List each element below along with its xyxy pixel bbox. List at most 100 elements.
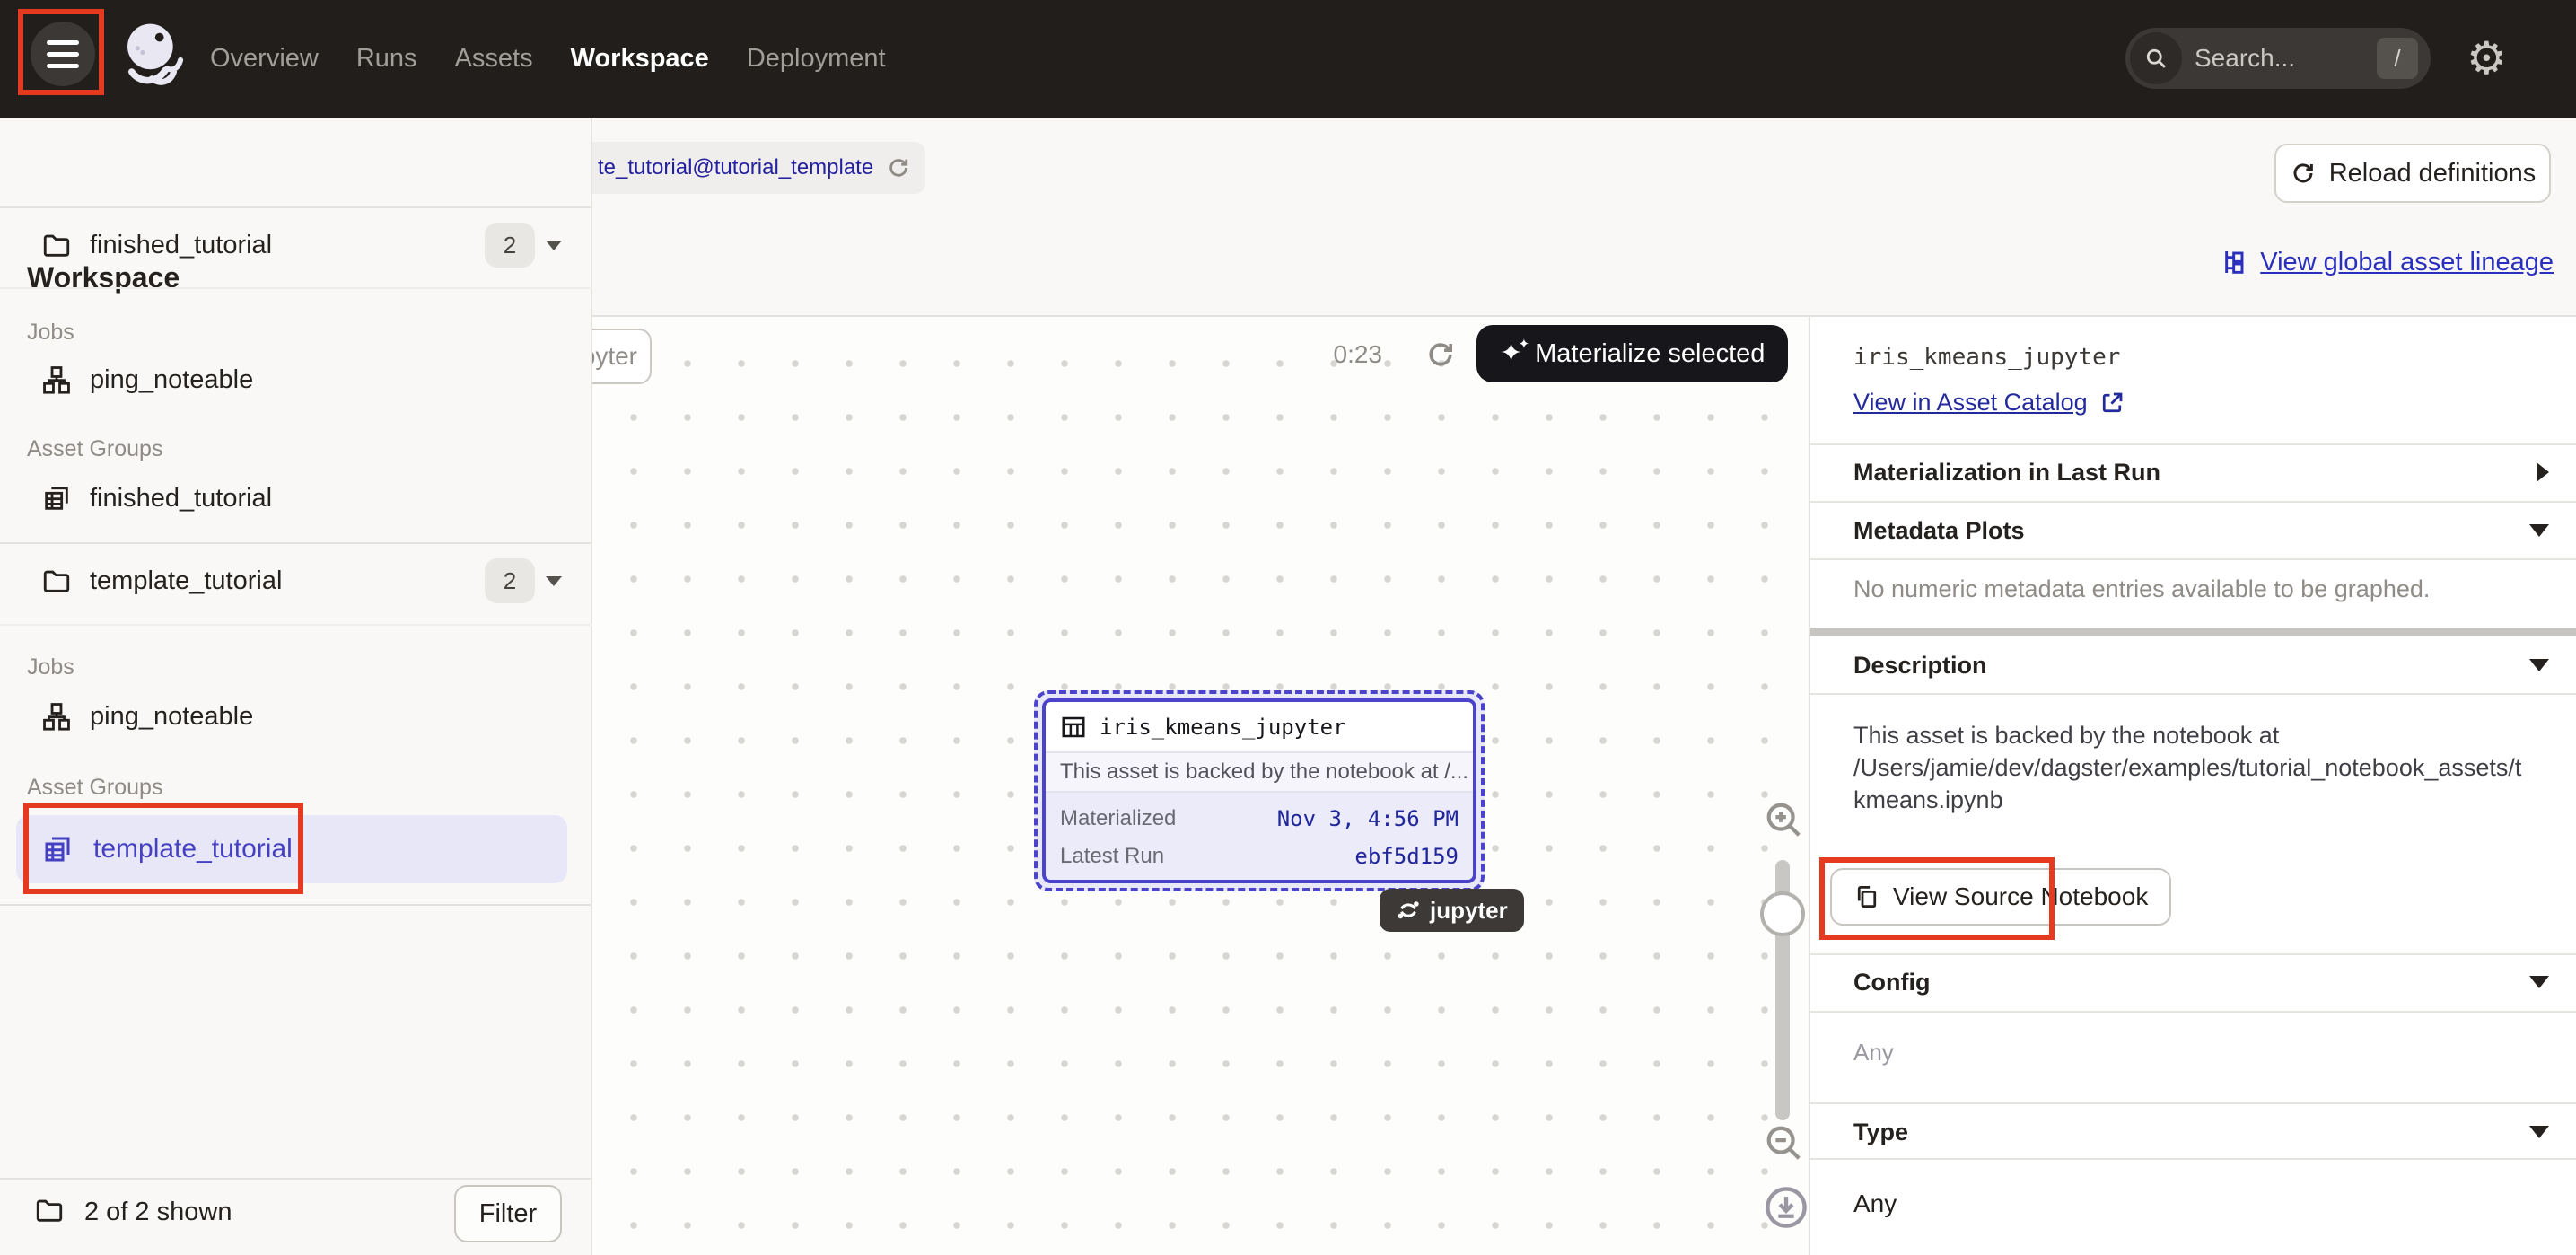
catalog-link-label: View in Asset Catalog bbox=[1853, 389, 2088, 417]
repo-row-template-tutorial[interactable]: template_tutorial 2 bbox=[0, 554, 592, 608]
asset-node-card: iris_kmeans_jupyter This asset is backed… bbox=[1042, 698, 1476, 883]
search-bar[interactable]: / bbox=[2125, 28, 2431, 89]
section-type[interactable]: Type bbox=[1810, 1104, 2576, 1160]
divider bbox=[1810, 693, 2576, 695]
caret-down-icon bbox=[2529, 976, 2549, 988]
jobs-section-label: Jobs bbox=[27, 320, 74, 346]
reload-definitions-button[interactable]: Reload definitions bbox=[2274, 144, 2551, 203]
view-source-notebook-button[interactable]: View Source Notebook bbox=[1830, 868, 2171, 926]
shown-count-text: 2 of 2 shown bbox=[84, 1198, 232, 1227]
section-header-label: Materialization in Last Run bbox=[1853, 459, 2537, 487]
section-materialization-last-run[interactable]: Materialization in Last Run bbox=[1810, 444, 2576, 500]
nav-item-deployment[interactable]: Deployment bbox=[747, 44, 886, 74]
caret-down-icon bbox=[2529, 1126, 2549, 1138]
asset-group-icon bbox=[41, 833, 74, 865]
primary-nav: Overview Runs Assets Workspace Deploymen… bbox=[210, 0, 886, 118]
section-header-label: Metadata Plots bbox=[1853, 517, 2529, 545]
lineage-icon bbox=[2221, 248, 2249, 276]
divider bbox=[0, 904, 592, 906]
folder-icon bbox=[41, 566, 72, 596]
asset-description-text: This asset is backed by the notebook at … bbox=[1853, 719, 2572, 816]
materialized-row: Materialized Nov 3, 4:56 PM bbox=[1060, 800, 1459, 838]
repo-row-finished-tutorial[interactable]: finished_tutorial 2 bbox=[0, 218, 592, 272]
type-value: Any bbox=[1853, 1189, 1897, 1218]
nav-item-workspace[interactable]: Workspace bbox=[571, 44, 709, 74]
chevron-right-icon bbox=[2537, 462, 2549, 482]
sidebar-item-group-finished-tutorial[interactable]: finished_tutorial bbox=[0, 471, 592, 525]
table-icon bbox=[1060, 714, 1087, 741]
nav-item-runs[interactable]: Runs bbox=[356, 44, 417, 74]
caret-down-icon bbox=[2529, 659, 2549, 671]
asset-node-stats: Materialized Nov 3, 4:56 PM Latest Run e… bbox=[1046, 793, 1473, 880]
repo-name: template_tutorial bbox=[90, 566, 282, 596]
zoom-slider-handle[interactable] bbox=[1760, 891, 1805, 936]
materialize-selected-button[interactable]: ✦✦ Materialize selected bbox=[1476, 325, 1788, 382]
reload-definitions-label: Reload definitions bbox=[2329, 159, 2537, 189]
section-config[interactable]: Config bbox=[1810, 954, 2576, 1010]
dagster-logo[interactable] bbox=[115, 18, 196, 99]
workspace-sidebar: Workspace finished_tutorial 2 Jobs ping_… bbox=[0, 118, 592, 1255]
section-header-label: Description bbox=[1853, 652, 2529, 680]
asset-group-icon bbox=[41, 483, 72, 513]
nav-item-assets[interactable]: Assets bbox=[455, 44, 533, 74]
sidebar-item-group-template-tutorial-selected[interactable]: template_tutorial bbox=[16, 815, 567, 883]
copy-notebook-icon bbox=[1853, 883, 1880, 910]
sidebar-item-job-ping-noteable[interactable]: ping_noteable bbox=[0, 353, 592, 407]
view-global-lineage-label: View global asset lineage bbox=[2260, 248, 2554, 277]
horizontal-scrollbar[interactable] bbox=[1810, 628, 2576, 636]
asset-query-input[interactable]: pyter bbox=[592, 329, 652, 384]
section-metadata-plots[interactable]: Metadata Plots bbox=[1810, 503, 2576, 558]
filter-button[interactable]: Filter bbox=[454, 1185, 562, 1242]
section-header-label: Config bbox=[1853, 969, 2529, 996]
nav-item-overview[interactable]: Overview bbox=[210, 44, 319, 74]
repo-count-badge: 2 bbox=[485, 223, 535, 268]
jupyter-tag-label: jupyter bbox=[1430, 897, 1508, 925]
divider bbox=[0, 287, 592, 289]
hamburger-menu-button[interactable] bbox=[31, 22, 95, 86]
materialize-label: Materialize selected bbox=[1535, 339, 1765, 369]
divider bbox=[0, 624, 592, 626]
sparkle-icon: ✦✦ bbox=[1500, 340, 1522, 367]
chevron-down-icon[interactable] bbox=[546, 241, 562, 250]
materialized-value[interactable]: Nov 3, 4:56 PM bbox=[1277, 806, 1459, 831]
refresh-icon[interactable] bbox=[1424, 338, 1457, 371]
asset-node-iris-kmeans-jupyter[interactable]: iris_kmeans_jupyter This asset is backed… bbox=[1034, 690, 1485, 891]
search-shortcut-badge: / bbox=[2377, 38, 2418, 79]
section-description[interactable]: Description bbox=[1810, 637, 2576, 693]
asset-detail-panel: iris_kmeans_jupyter View in Asset Catalo… bbox=[1809, 317, 2576, 1255]
view-global-asset-lineage-link[interactable]: View global asset lineage bbox=[2221, 243, 2554, 281]
zoom-in-icon[interactable] bbox=[1763, 799, 1804, 840]
download-image-icon[interactable] bbox=[1763, 1184, 1809, 1231]
asset-graph-canvas[interactable]: pyter 0:23 ✦✦ Materialize selected iris_… bbox=[592, 317, 1809, 1255]
annotation-box-hamburger bbox=[18, 9, 104, 95]
definitions-header: te_tutorial@tutorial_template Reload def… bbox=[592, 118, 2576, 317]
settings-gear-icon[interactable]: ⚙ bbox=[2466, 31, 2507, 86]
divider bbox=[1810, 1158, 2576, 1160]
metadata-empty-message: No numeric metadata entries available to… bbox=[1853, 575, 2430, 603]
top-nav: Overview Runs Assets Workspace Deploymen… bbox=[0, 0, 2576, 118]
section-header-label: Type bbox=[1853, 1119, 2529, 1146]
zoom-out-icon[interactable] bbox=[1763, 1122, 1804, 1163]
chevron-down-icon[interactable] bbox=[546, 576, 562, 586]
hamburger-icon bbox=[47, 40, 79, 45]
external-link-icon bbox=[2098, 390, 2125, 417]
jupyter-icon bbox=[1396, 898, 1421, 923]
asset-node-description: This asset is backed by the notebook at … bbox=[1046, 751, 1473, 793]
latest-run-link[interactable]: ebf5d159 bbox=[1354, 844, 1459, 869]
job-name: ping_noteable bbox=[90, 365, 253, 395]
view-in-asset-catalog-link[interactable]: View in Asset Catalog bbox=[1853, 389, 2125, 417]
asset-node-header: iris_kmeans_jupyter bbox=[1046, 702, 1473, 751]
asset-group-name: template_tutorial bbox=[93, 834, 293, 864]
divider bbox=[1810, 1011, 2576, 1013]
latest-run-label: Latest Run bbox=[1060, 844, 1164, 869]
breadcrumb[interactable]: te_tutorial@tutorial_template bbox=[580, 142, 925, 194]
sidebar-item-job-ping-noteable[interactable]: ping_noteable bbox=[0, 689, 592, 743]
jupyter-tag[interactable]: jupyter bbox=[1380, 889, 1524, 932]
asset-group-name: finished_tutorial bbox=[90, 484, 272, 513]
caret-down-icon bbox=[2529, 524, 2549, 537]
search-icon bbox=[2143, 46, 2169, 71]
divider bbox=[1810, 558, 2576, 560]
search-input[interactable] bbox=[2195, 44, 2377, 73]
asset-detail-title: iris_kmeans_jupyter bbox=[1853, 344, 2120, 371]
reload-icon[interactable] bbox=[886, 155, 911, 180]
